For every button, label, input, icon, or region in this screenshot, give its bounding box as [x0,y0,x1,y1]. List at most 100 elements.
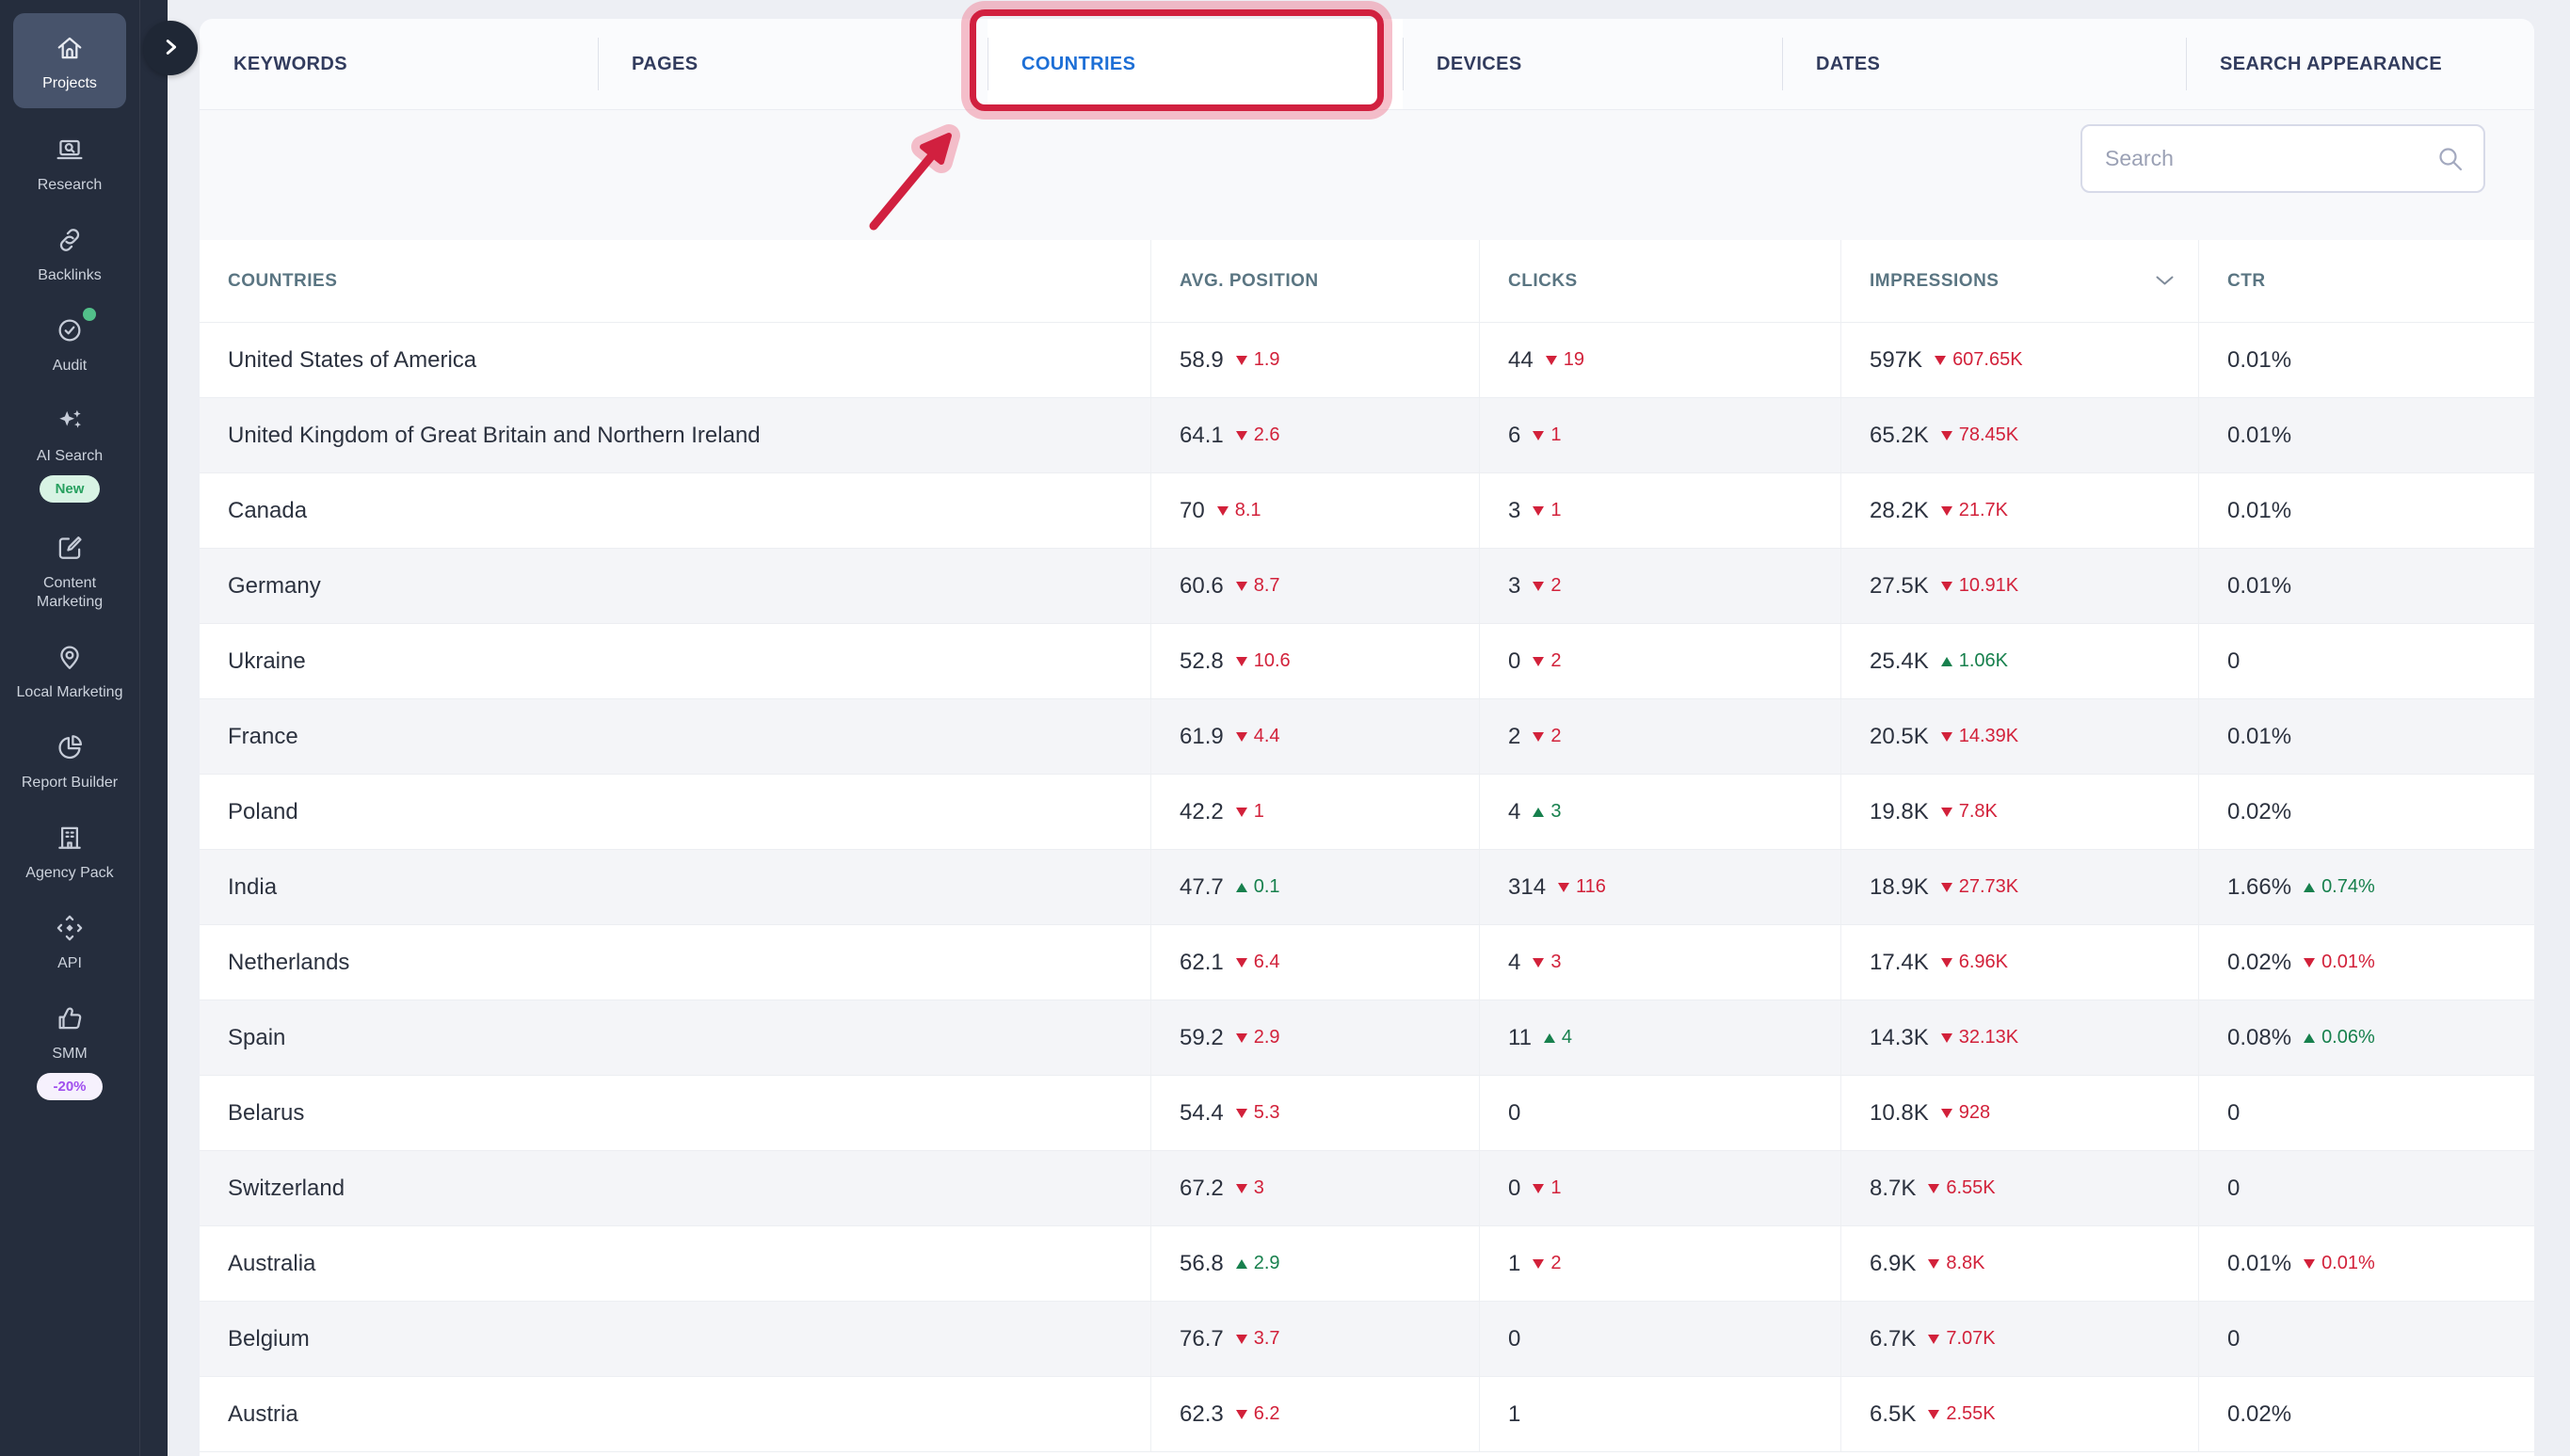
search-input[interactable] [2105,146,2436,171]
impressions-cell: 10.8K928 [1840,1076,2198,1150]
arrow-down-icon [1236,1410,1247,1419]
clicks-cell: 61 [1479,398,1840,472]
table-row-poland[interactable]: Poland42.214319.8K7.8K0.02% [200,775,2534,850]
sidebar-item-label: Content Marketing [10,574,129,612]
table-row-united-states-of-america[interactable]: United States of America58.91.94419597K6… [200,323,2534,398]
column-header-ctr[interactable]: CTR [2198,240,2534,322]
sidebar-item-audit[interactable]: Audit [0,298,139,389]
arrow-down-icon [2304,1259,2315,1269]
metric-value: 44 [1508,347,1534,374]
column-header-countries[interactable]: COUNTRIES [200,240,1150,322]
arrow-down-icon [1236,356,1247,365]
metric-value: 56.8 [1180,1251,1224,1277]
metric-value: 58.9 [1180,347,1224,374]
impressions-cell: 6.7K7.07K [1840,1302,2198,1376]
metric-delta-down: 1 [1533,424,1561,446]
metric-value: 19.8K [1870,799,1929,825]
metric-value: 0 [2227,1326,2240,1352]
metric-delta-value: 1 [1550,424,1561,446]
arrow-up-icon [2304,1033,2315,1043]
impressions-cell: 20.5K14.39K [1840,699,2198,774]
country-name: Netherlands [228,950,349,976]
metric-value: 59.2 [1180,1025,1224,1051]
tab-search-appearance[interactable]: SEARCH APPEARANCE [2186,19,2534,109]
chevron-right-icon [160,37,181,60]
tab-dates[interactable]: DATES [1782,19,2186,109]
sidebar-item-api[interactable]: API [0,896,139,986]
metric-delta-value: 5.3 [1254,1102,1280,1124]
table-row-switzerland[interactable]: Switzerland67.23018.7K6.55K0 [200,1151,2534,1226]
metric-delta-down: 1.9 [1236,349,1280,371]
ctr-cell: 0.02%0.01% [2198,925,2534,1000]
sidebar-item-agency-pack[interactable]: Agency Pack [0,806,139,896]
table-row-united-kingdom-of-great-britain-and-northern-ireland[interactable]: United Kingdom of Great Britain and Nort… [200,398,2534,473]
sidebar-item-report-builder[interactable]: Report Builder [0,715,139,806]
sidebar-expand-button[interactable] [143,21,198,75]
country-cell: Switzerland [200,1151,1150,1225]
sidebar-item-smm[interactable]: SMM-20% [0,986,139,1113]
arrow-up-icon [1236,1259,1247,1269]
metric-value: 0.02% [2227,1401,2291,1428]
sidebar-item-projects[interactable]: Projects [13,13,126,108]
sidebar-item-backlinks[interactable]: Backlinks [0,208,139,298]
table-row-france[interactable]: France61.94.42220.5K14.39K0.01% [200,699,2534,775]
tab-keywords[interactable]: KEYWORDS [200,19,598,109]
table-row-netherlands[interactable]: Netherlands62.16.44317.4K6.96K0.02%0.01% [200,925,2534,1000]
metric-delta-value: 0.06% [2321,1027,2375,1048]
clicks-cell: 32 [1479,549,1840,623]
tab-bar: KEYWORDSPAGESCOUNTRIESDEVICESDATESSEARCH… [200,19,2534,110]
sidebar-item-content-marketing[interactable]: Content Marketing [0,516,139,625]
arrow-down-icon [1533,958,1544,968]
ai-search-icon [52,403,88,439]
arrow-down-icon [1941,506,1952,516]
arrow-down-icon [1217,506,1229,516]
country-cell: Canada [200,473,1150,548]
table-row-ukraine[interactable]: Ukraine52.810.60225.4K1.06K0 [200,624,2534,699]
metric-delta-down: 2.6 [1236,424,1280,446]
sidebar-item-label: AI Search [37,447,103,466]
arrow-down-icon [1928,1184,1939,1193]
clicks-cell: 43 [1479,925,1840,1000]
metric-delta-value: 8.1 [1235,500,1261,521]
metric-delta-down: 928 [1941,1102,1990,1124]
metric-delta-down: 1 [1533,500,1561,521]
column-header-clicks[interactable]: CLICKS [1479,240,1840,322]
table-row-australia[interactable]: Australia56.82.9126.9K8.8K0.01%0.01% [200,1226,2534,1302]
metric-value: 62.3 [1180,1401,1224,1428]
metric-delta-down: 1 [1236,801,1264,823]
column-header-avg-position[interactable]: AVG. POSITION [1150,240,1479,322]
tab-countries[interactable]: COUNTRIES [988,19,1403,109]
clicks-cell: 01 [1479,1151,1840,1225]
table-row-belarus[interactable]: Belarus54.45.3010.8K9280 [200,1076,2534,1151]
ctr-cell: 0.02% [2198,1377,2534,1451]
ctr-cell: 0 [2198,1302,2534,1376]
metric-delta-value: 8.8K [1946,1253,1984,1274]
table-row-germany[interactable]: Germany60.68.73227.5K10.91K0.01% [200,549,2534,624]
impressions-cell: 14.3K32.13K [1840,1000,2198,1075]
metric-value: 0 [2227,1176,2240,1202]
table-row-canada[interactable]: Canada708.13128.2K21.7K0.01% [200,473,2534,549]
sidebar-item-label: Projects [42,74,97,93]
sidebar-item-ai-search[interactable]: AI SearchNew [0,389,139,516]
table-row-india[interactable]: India47.70.131411618.9K27.73K1.66%0.74% [200,850,2534,925]
table-row-belgium[interactable]: Belgium76.73.706.7K7.07K0 [200,1302,2534,1377]
tab-devices[interactable]: DEVICES [1403,19,1782,109]
sidebar-item-local-marketing[interactable]: Local Marketing [0,625,139,715]
table-row-spain[interactable]: Spain59.22.911414.3K32.13K0.08%0.06% [200,1000,2534,1076]
avg-position-cell: 62.36.2 [1150,1377,1479,1451]
metric-delta-value: 7.8K [1959,801,1998,823]
country-name: United Kingdom of Great Britain and Nort… [228,423,761,449]
arrow-down-icon [1533,582,1544,591]
metric-value: 61.9 [1180,724,1224,750]
avg-position-cell: 47.70.1 [1150,850,1479,924]
avg-position-cell: 67.23 [1150,1151,1479,1225]
sort-chevron-down-icon[interactable] [2156,276,2174,286]
smm-icon [52,1000,88,1036]
tab-pages[interactable]: PAGES [598,19,988,109]
table-row-austria[interactable]: Austria62.36.216.5K2.55K0.02% [200,1377,2534,1452]
column-header-impressions[interactable]: IMPRESSIONS [1840,240,2198,322]
arrow-down-icon [1236,431,1247,440]
notification-dot [83,308,96,321]
impressions-cell: 27.5K10.91K [1840,549,2198,623]
sidebar-item-research[interactable]: Research [0,118,139,208]
